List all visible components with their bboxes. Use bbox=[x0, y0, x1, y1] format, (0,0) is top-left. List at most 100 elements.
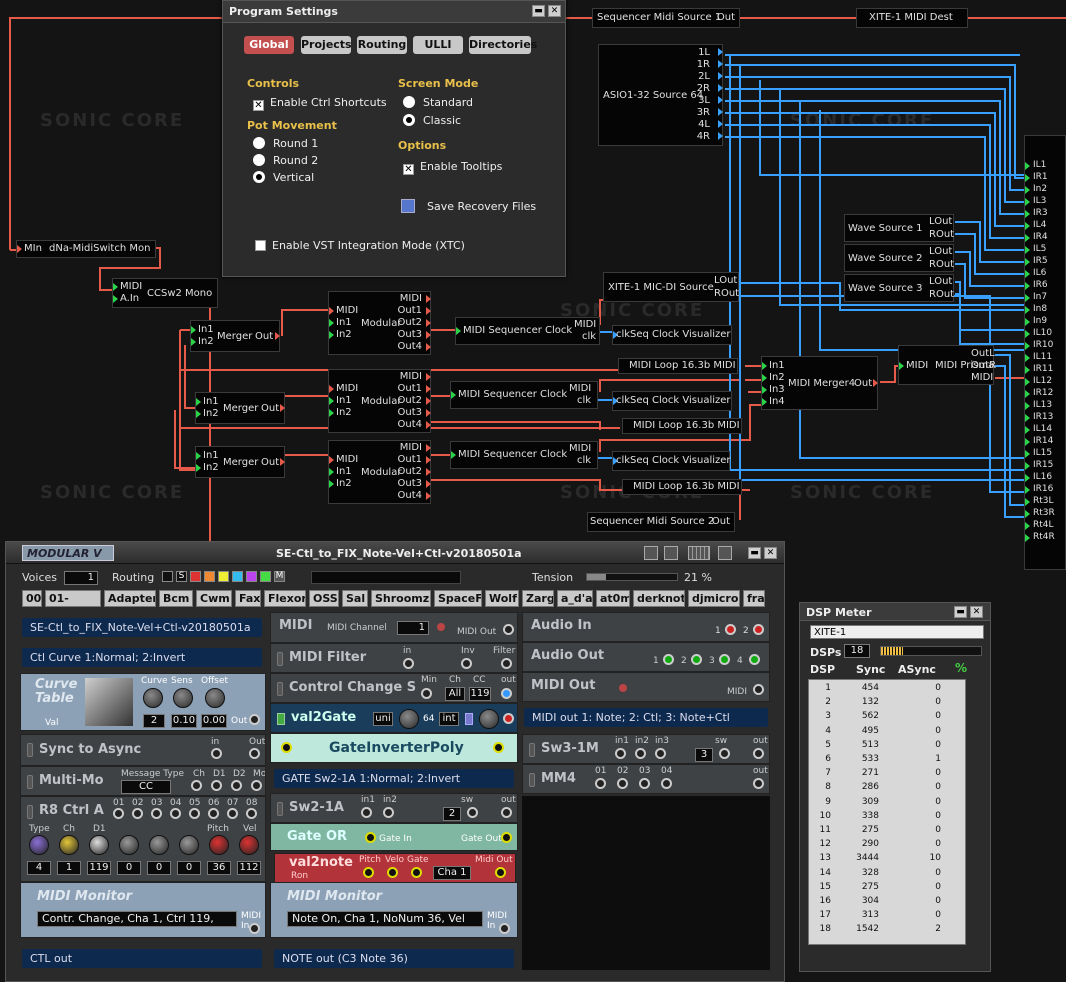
preset-tag[interactable]: 00 bbox=[22, 590, 42, 607]
tab-global[interactable]: Global bbox=[244, 36, 294, 54]
output-pin[interactable] bbox=[426, 319, 431, 327]
dest-input-pin[interactable] bbox=[1025, 462, 1030, 470]
midi-in-jack[interactable] bbox=[249, 923, 260, 934]
mo-jack[interactable] bbox=[251, 780, 262, 791]
module-modular[interactable]: MIDI In1 In2 Modular MIDI Out1 Out2 Out3 Out4 bbox=[328, 291, 431, 355]
midi-monitor-module[interactable]: MIDI Monitor Contr. Change, Cha 1, Ctrl 1… bbox=[20, 882, 266, 938]
module-xite-mic-di-source[interactable]: XITE-1 MIC-DI Source LOut ROut bbox=[603, 272, 739, 302]
audio-out-2-jack[interactable] bbox=[691, 654, 702, 665]
input-pin[interactable] bbox=[329, 385, 334, 393]
audio-out-4-jack[interactable] bbox=[749, 654, 760, 665]
r8-value[interactable]: 4 bbox=[27, 861, 51, 875]
dest-input-pin[interactable] bbox=[1025, 270, 1030, 278]
audio-out-3-jack[interactable] bbox=[719, 654, 730, 665]
dest-input-pin[interactable] bbox=[1025, 522, 1030, 530]
audio-out-module[interactable]: Audio Out 1 2 3 4 bbox=[522, 642, 770, 672]
dest-input-pin[interactable] bbox=[1025, 234, 1030, 242]
routing-swatch[interactable] bbox=[232, 571, 243, 582]
preset-tag[interactable]: djmicron bbox=[688, 590, 740, 607]
sw-jack[interactable] bbox=[719, 748, 730, 759]
midi-jack[interactable] bbox=[753, 684, 764, 695]
dest-input-pin[interactable] bbox=[1025, 366, 1030, 374]
tab-projects[interactable]: Projects bbox=[301, 36, 352, 54]
module-merger[interactable]: In1 In2 Merger Out bbox=[195, 446, 285, 478]
r8-ctrl-a-module[interactable]: R8 Ctrl A 01 02 03 04 05 06 07 08 Type Ch D1 Pitch Ve… bbox=[20, 796, 266, 882]
asio-output-pin[interactable] bbox=[718, 60, 723, 68]
asio-output-pin[interactable] bbox=[718, 120, 723, 128]
voices-field[interactable]: 1 bbox=[64, 571, 98, 585]
dest-input-pin[interactable] bbox=[1025, 438, 1030, 446]
preset-tag[interactable]: SpaceF bbox=[434, 590, 482, 607]
preset-tag[interactable]: at0m bbox=[596, 590, 630, 607]
output-pin[interactable] bbox=[426, 421, 431, 429]
r8-knob[interactable] bbox=[149, 835, 169, 855]
routing-swatch[interactable] bbox=[218, 571, 229, 582]
r8-value[interactable]: 1 bbox=[57, 861, 81, 875]
module-midi-sequencer-clock[interactable]: MIDI Sequencer Clock MIDI clk bbox=[455, 317, 600, 345]
out-jack[interactable] bbox=[501, 807, 512, 818]
asio-output-pin[interactable] bbox=[718, 84, 723, 92]
output-pin[interactable] bbox=[426, 468, 431, 476]
gate-out-jack[interactable] bbox=[501, 832, 512, 843]
enable-vst-checkbox[interactable]: Enable VST Integration Mode (XTC) bbox=[255, 239, 465, 252]
save-recovery-files-button[interactable]: Save Recovery Files bbox=[401, 199, 536, 213]
dest-input-pin[interactable] bbox=[1025, 198, 1030, 206]
dest-input-pin[interactable] bbox=[1025, 210, 1030, 218]
midi-in-pin[interactable] bbox=[17, 245, 22, 253]
output-pin[interactable] bbox=[426, 456, 431, 464]
output-pin[interactable] bbox=[426, 480, 431, 488]
routing-solo-button[interactable]: S bbox=[176, 571, 187, 582]
r8-knob[interactable] bbox=[119, 835, 139, 855]
module-wave-source-3[interactable]: Wave Source 3 LOut ROut bbox=[844, 274, 954, 302]
preset-tag[interactable]: Adapter bbox=[104, 590, 156, 607]
in-jack[interactable] bbox=[403, 658, 414, 669]
radio-round1[interactable]: Round 1 bbox=[253, 137, 318, 150]
input-pin[interactable] bbox=[329, 331, 334, 339]
preset-tag[interactable]: Zarg bbox=[522, 590, 554, 607]
module-midi-prisma[interactable]: MIDI MIDI Prisma OutL OutR MIDI bbox=[898, 345, 996, 385]
input-pin[interactable] bbox=[329, 468, 334, 476]
dest-input-pin[interactable] bbox=[1025, 378, 1030, 386]
input-pin[interactable] bbox=[329, 456, 334, 464]
input-pin[interactable] bbox=[196, 410, 201, 418]
dsp-meter-window[interactable]: DSP Meter ▬ ✕ XITE-1 DSPs 18 DSP Sync AS… bbox=[799, 602, 991, 972]
dest-input-pin[interactable] bbox=[1025, 402, 1030, 410]
dest-input-pin[interactable] bbox=[1025, 222, 1030, 230]
input-pin[interactable] bbox=[191, 338, 196, 346]
out-jack[interactable] bbox=[249, 748, 260, 759]
input-pin[interactable] bbox=[762, 398, 767, 406]
asio-output-pin[interactable] bbox=[718, 72, 723, 80]
in03-jack[interactable] bbox=[639, 778, 650, 789]
in-jack[interactable] bbox=[281, 742, 292, 753]
r8-jack[interactable] bbox=[170, 808, 181, 819]
module-merger[interactable]: In1 In2 Merger Out bbox=[190, 320, 280, 352]
velo-jack[interactable] bbox=[387, 867, 398, 878]
close-button[interactable]: ✕ bbox=[548, 5, 561, 17]
dest-input-pin[interactable] bbox=[1025, 486, 1030, 494]
module-destination-inputs[interactable]: IL1 IR1 In2 IL3 IR3 IL4 IR4 IL5 IR5 IL6 IR6 In7 In8 I… bbox=[1024, 135, 1066, 570]
filter-jack[interactable] bbox=[501, 658, 512, 669]
dest-input-pin[interactable] bbox=[1025, 282, 1030, 290]
module-modular[interactable]: MIDI In1 In2 Modular MIDI Out1 Out2 Out3 Out4 bbox=[328, 369, 431, 433]
dest-input-pin[interactable] bbox=[1025, 330, 1030, 338]
input-pin[interactable] bbox=[196, 464, 201, 472]
r8-value[interactable]: 119 bbox=[87, 861, 111, 875]
preset-tag[interactable]: Shroomz bbox=[371, 590, 431, 607]
input-pin[interactable] bbox=[196, 452, 201, 460]
module-seq-clock-visualizer[interactable]: clk Seq Clock Visualizer bbox=[612, 451, 731, 471]
input-pin[interactable] bbox=[329, 319, 334, 327]
module-midi-sequencer-clock[interactable]: MIDI Sequencer Clock MIDI clk bbox=[450, 381, 598, 409]
preset-tag[interactable]: 01-Forum bbox=[45, 590, 101, 607]
multi-mo-module[interactable]: Multi-Mo Message Type CC Ch D1 D2 Mo bbox=[20, 766, 266, 796]
save-as-icon[interactable] bbox=[664, 546, 678, 560]
module-wave-source-1[interactable]: Wave Source 1 LOut ROut bbox=[844, 214, 954, 242]
dest-input-pin[interactable] bbox=[1025, 294, 1030, 302]
output-pin[interactable] bbox=[426, 295, 431, 303]
sw-jack[interactable] bbox=[467, 807, 478, 818]
r8-jack[interactable] bbox=[227, 808, 238, 819]
program-settings-dialog[interactable]: Program Settings ▬ ✕ Global Projects Rou… bbox=[222, 0, 566, 277]
r8-jack[interactable] bbox=[113, 808, 124, 819]
preset-tag[interactable]: Flexor bbox=[264, 590, 306, 607]
radio-classic[interactable]: Classic bbox=[403, 114, 461, 127]
output-pin[interactable] bbox=[280, 458, 285, 466]
